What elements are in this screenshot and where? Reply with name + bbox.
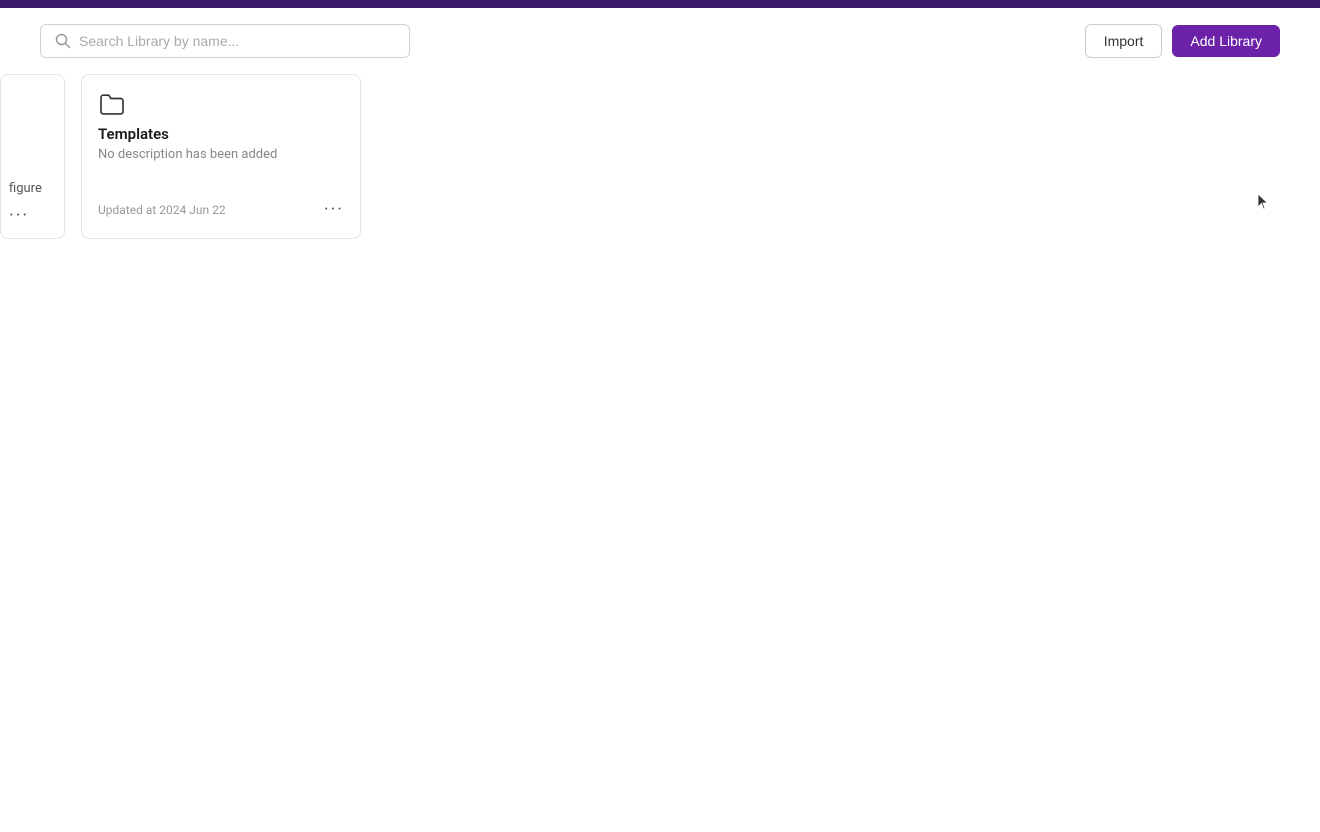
- top-accent-bar: [0, 0, 1320, 8]
- search-icon: [55, 33, 71, 49]
- main-content: figure ··· Templates No description has …: [0, 74, 1320, 239]
- import-button[interactable]: Import: [1085, 24, 1163, 58]
- card-description: No description has been added: [98, 147, 344, 162]
- partial-card-more-button[interactable]: ···: [9, 205, 29, 226]
- add-library-button[interactable]: Add Library: [1172, 25, 1280, 57]
- card-title: Templates: [98, 125, 344, 143]
- search-input[interactable]: [79, 33, 395, 49]
- templates-library-card[interactable]: Templates No description has been added …: [81, 74, 361, 239]
- card-more-button[interactable]: ···: [324, 199, 344, 220]
- card-footer: Updated at 2024 Jun 22 ···: [98, 199, 344, 220]
- partial-card-label: figure: [9, 181, 42, 196]
- partial-library-card[interactable]: figure ···: [0, 74, 65, 239]
- toolbar: Import Add Library: [0, 8, 1320, 74]
- card-updated-at: Updated at 2024 Jun 22: [98, 203, 226, 217]
- toolbar-actions: Import Add Library: [1085, 24, 1280, 58]
- folder-icon: [98, 93, 126, 115]
- search-wrapper: [40, 24, 410, 58]
